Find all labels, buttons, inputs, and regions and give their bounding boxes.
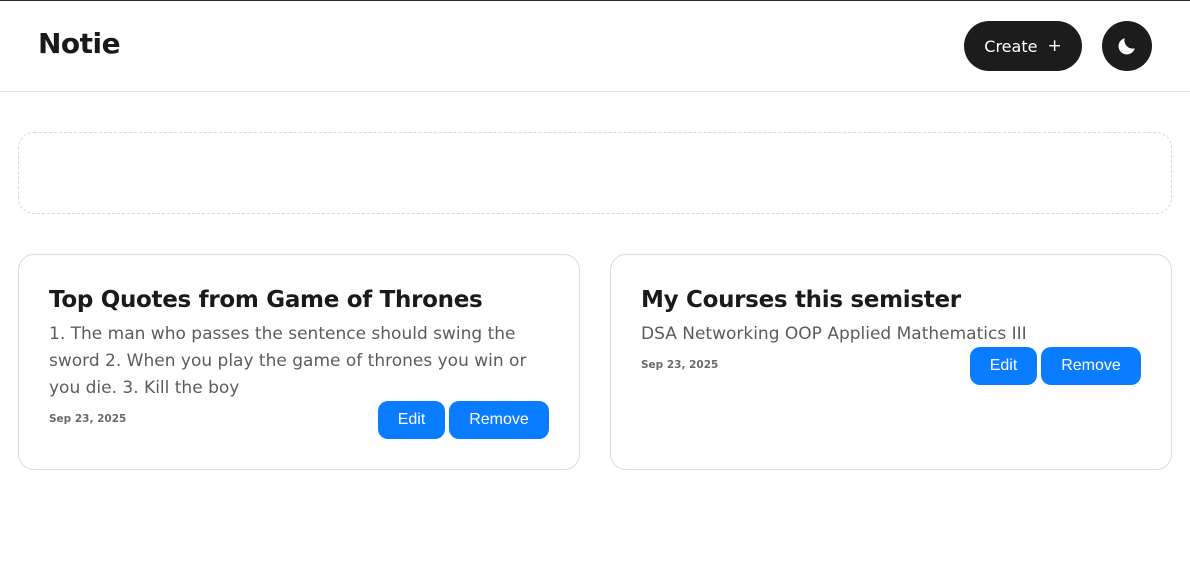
note-composer-area[interactable]	[18, 132, 1172, 214]
theme-toggle-button[interactable]	[1102, 21, 1152, 71]
remove-button[interactable]: Remove	[1041, 347, 1141, 385]
note-title: My Courses this semister	[641, 287, 961, 313]
note-date: Sep 23, 2025	[641, 359, 719, 371]
note-card: My Courses this semister DSA Networking …	[610, 254, 1172, 470]
edit-button[interactable]: Edit	[378, 401, 445, 439]
plus-icon: +	[1047, 36, 1062, 56]
note-title: Top Quotes from Game of Thrones	[49, 287, 483, 313]
note-body: DSA Networking OOP Applied Mathematics I…	[641, 324, 1027, 344]
create-note-button[interactable]: Create +	[964, 21, 1082, 71]
note-body: 1. The man who passes the sentence shoul…	[49, 324, 527, 398]
note-card: Top Quotes from Game of Thrones 1. The m…	[18, 254, 580, 470]
moon-icon	[1116, 35, 1138, 57]
app-logo: Notie	[38, 27, 121, 60]
remove-button[interactable]: Remove	[449, 401, 549, 439]
note-date: Sep 23, 2025	[49, 413, 127, 425]
create-button-label: Create	[984, 36, 1038, 56]
app-header: Notie Create +	[0, 1, 1190, 92]
edit-button[interactable]: Edit	[970, 347, 1037, 385]
